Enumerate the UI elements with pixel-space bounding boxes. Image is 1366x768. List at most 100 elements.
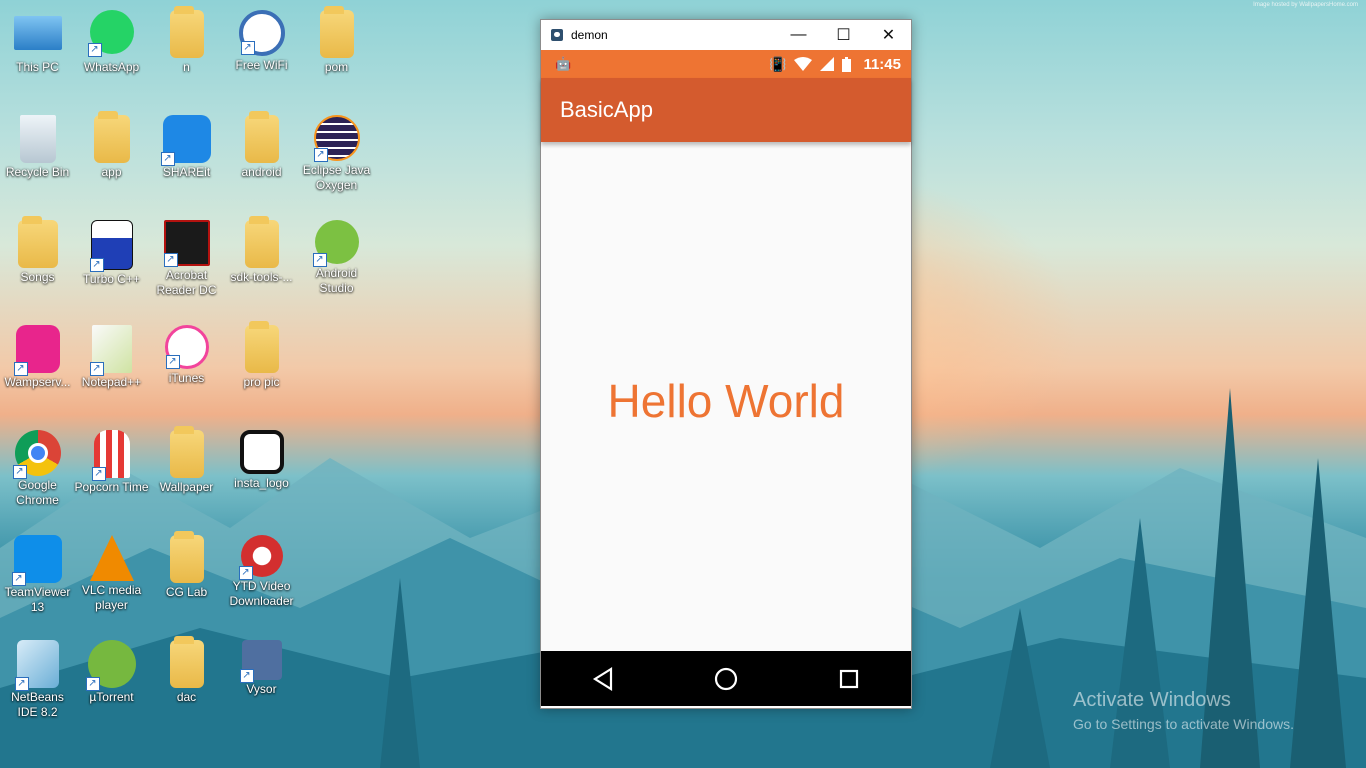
vibrate-icon: 📳: [769, 55, 787, 72]
desktop-icon-android-studio[interactable]: ↗ Android Studio: [299, 220, 374, 296]
desktop-icon-whatsapp[interactable]: ↗ WhatsApp: [74, 10, 149, 75]
vysor-icon: ↗: [239, 640, 282, 683]
shortcut-arrow-icon: ↗: [312, 253, 327, 267]
desktop-icon-label: iTunes: [168, 371, 205, 385]
desktop-icon-this-pc[interactable]: This PC: [0, 10, 75, 75]
desktop-icon-label: VLC media player: [81, 583, 142, 612]
shortcut-arrow-icon: ↗: [165, 355, 180, 369]
shortcut-arrow-icon: ↗: [238, 566, 253, 580]
desktop-icon-app[interactable]: app: [74, 111, 149, 180]
desktop-icon-shareit[interactable]: ↗ SHAREit: [149, 115, 224, 180]
desktop-icon-popcorn-time[interactable]: ↗ Popcorn Time: [74, 430, 149, 495]
desktop-icon-label: n: [183, 60, 190, 74]
eclipse-icon: ↗: [313, 115, 360, 162]
desktop-icon-itunes[interactable]: ↗ iTunes: [149, 325, 224, 386]
desktop-icon-label: Notepad++: [81, 375, 142, 389]
android-studio-icon: ↗: [312, 220, 359, 267]
desktop-icon-teamviewer[interactable]: ↗ TeamViewer 13: [0, 535, 75, 615]
desktop-icon-label: Vysor: [246, 682, 277, 696]
vysor-window: demon — ☐ ✕ 🤖 📳 11:45 BasicApp Hello Wor…: [540, 19, 912, 709]
activate-windows-subtitle: Go to Settings to activate Windows.: [1073, 716, 1294, 732]
wifi-icon: ↗: [238, 10, 285, 56]
desktop-icon-label: Eclipse Java Oxygen: [302, 163, 371, 192]
desktop-icon-label: pom: [324, 60, 349, 74]
shortcut-arrow-icon: ↗: [160, 152, 175, 166]
folder-icon: [244, 216, 279, 268]
desktop-icon-vlc[interactable]: VLC media player: [74, 535, 149, 613]
shortcut-arrow-icon: ↗: [240, 41, 255, 55]
desktop-icon-label: dac: [176, 690, 197, 704]
desktop-icon-label: SHAREit: [162, 165, 211, 179]
folder-icon: [169, 426, 204, 478]
app-content: Hello World: [541, 142, 911, 651]
close-button[interactable]: ✕: [866, 20, 911, 50]
folder-icon: [169, 531, 204, 583]
hello-world-text: Hello World: [607, 375, 845, 427]
desktop-icon-eclipse[interactable]: ↗ Eclipse Java Oxygen: [299, 115, 374, 193]
desktop-icon-label: TeamViewer 13: [4, 585, 71, 614]
desktop-icon-label: insta_logo: [234, 476, 289, 490]
home-button[interactable]: [706, 659, 746, 699]
utorrent-icon: ↗: [85, 640, 136, 691]
desktop-icon-label: This PC: [16, 60, 59, 74]
desktop-icon-cg-lab[interactable]: CG Lab: [149, 531, 224, 600]
folder-icon: [244, 111, 279, 163]
pdf-file-icon: [319, 6, 354, 58]
activate-windows-title: Activate Windows: [1073, 689, 1231, 711]
status-time: 11:45: [863, 55, 901, 73]
shortcut-arrow-icon: ↗: [12, 465, 27, 479]
desktop-icon-wallpaper[interactable]: Wallpaper: [149, 426, 224, 495]
instagram-icon: [239, 430, 284, 474]
back-triangle-icon: [592, 666, 612, 691]
desktop-icon-wampserver[interactable]: ↗ Wampserv...: [0, 325, 75, 390]
desktop-icon-vysor[interactable]: ↗ Vysor: [224, 640, 299, 697]
desktop-icon-acrobat[interactable]: ↗ Acrobat Reader DC: [149, 220, 224, 298]
home-circle-icon: [714, 667, 738, 690]
desktop-icon-free-wifi[interactable]: ↗ Free WiFi: [224, 10, 299, 73]
desktop-icon-label: android: [241, 165, 282, 179]
folder-icon: [169, 6, 204, 58]
app-toolbar: BasicApp: [541, 78, 911, 142]
desktop-icon-label: Recycle Bin: [5, 165, 70, 179]
desktop-icon-n[interactable]: n: [149, 6, 224, 75]
desktop-icon-ytd[interactable]: ↗ YTD Video Downloader: [224, 535, 299, 609]
window-titlebar[interactable]: demon — ☐ ✕: [541, 20, 911, 50]
desktop-icon-dac[interactable]: dac: [149, 636, 224, 705]
desktop-icon-netbeans[interactable]: ↗ NetBeans IDE 8.2: [0, 640, 75, 720]
desktop-icon-android[interactable]: android: [224, 111, 299, 180]
status-icons: 📳 11:45: [769, 56, 901, 73]
desktop-icon-insta-logo[interactable]: insta_logo: [224, 430, 299, 491]
desktop-icon-songs[interactable]: Songs: [0, 216, 75, 285]
vysor-app-icon: [551, 29, 563, 41]
acrobat-icon: ↗: [163, 220, 210, 267]
folder-icon: [93, 111, 130, 163]
desktop-icon-google-chrome[interactable]: ↗ Google Chrome: [0, 430, 75, 508]
back-button[interactable]: [583, 659, 623, 699]
maximize-button[interactable]: ☐: [821, 20, 866, 50]
desktop-icon-pro-pic[interactable]: pro pic: [224, 321, 299, 390]
android-nav-bar: [541, 651, 911, 706]
wallpaper-credit: Image hosted by WallpapersHome.com: [1253, 2, 1358, 8]
desktop-icon-pom[interactable]: pom: [299, 6, 374, 75]
desktop-icon-notepadpp[interactable]: ↗ Notepad++: [74, 325, 149, 390]
desktop-icon-utorrent[interactable]: ↗ µTorrent: [74, 640, 149, 705]
desktop-icon-label: Songs: [20, 270, 55, 284]
desktop-icon-recycle-bin[interactable]: Recycle Bin: [0, 115, 75, 180]
shortcut-arrow-icon: ↗: [89, 258, 104, 272]
desktop-icon-label: Popcorn Time: [74, 480, 149, 494]
teamviewer-icon: ↗: [11, 535, 62, 586]
itunes-icon: ↗: [164, 325, 209, 369]
shortcut-arrow-icon: ↗: [91, 467, 106, 481]
wifi-signal-icon: [794, 57, 813, 71]
vlc-icon: [89, 535, 134, 581]
desktop-icon-label: YTD Video Downloader: [229, 579, 294, 608]
minimize-button[interactable]: —: [776, 20, 821, 50]
shortcut-arrow-icon: ↗: [11, 572, 26, 586]
battery-icon: [842, 56, 852, 72]
desktop-icon-turbo-cpp[interactable]: ↗ Turbo C++: [74, 220, 149, 287]
folder-icon: [169, 636, 204, 688]
shortcut-arrow-icon: ↗: [14, 677, 29, 691]
android-status-bar: 🤖 📳 11:45: [541, 50, 911, 78]
desktop-icon-sdk-tools[interactable]: sdk-tools-...: [224, 216, 299, 285]
recents-button[interactable]: [829, 659, 869, 699]
